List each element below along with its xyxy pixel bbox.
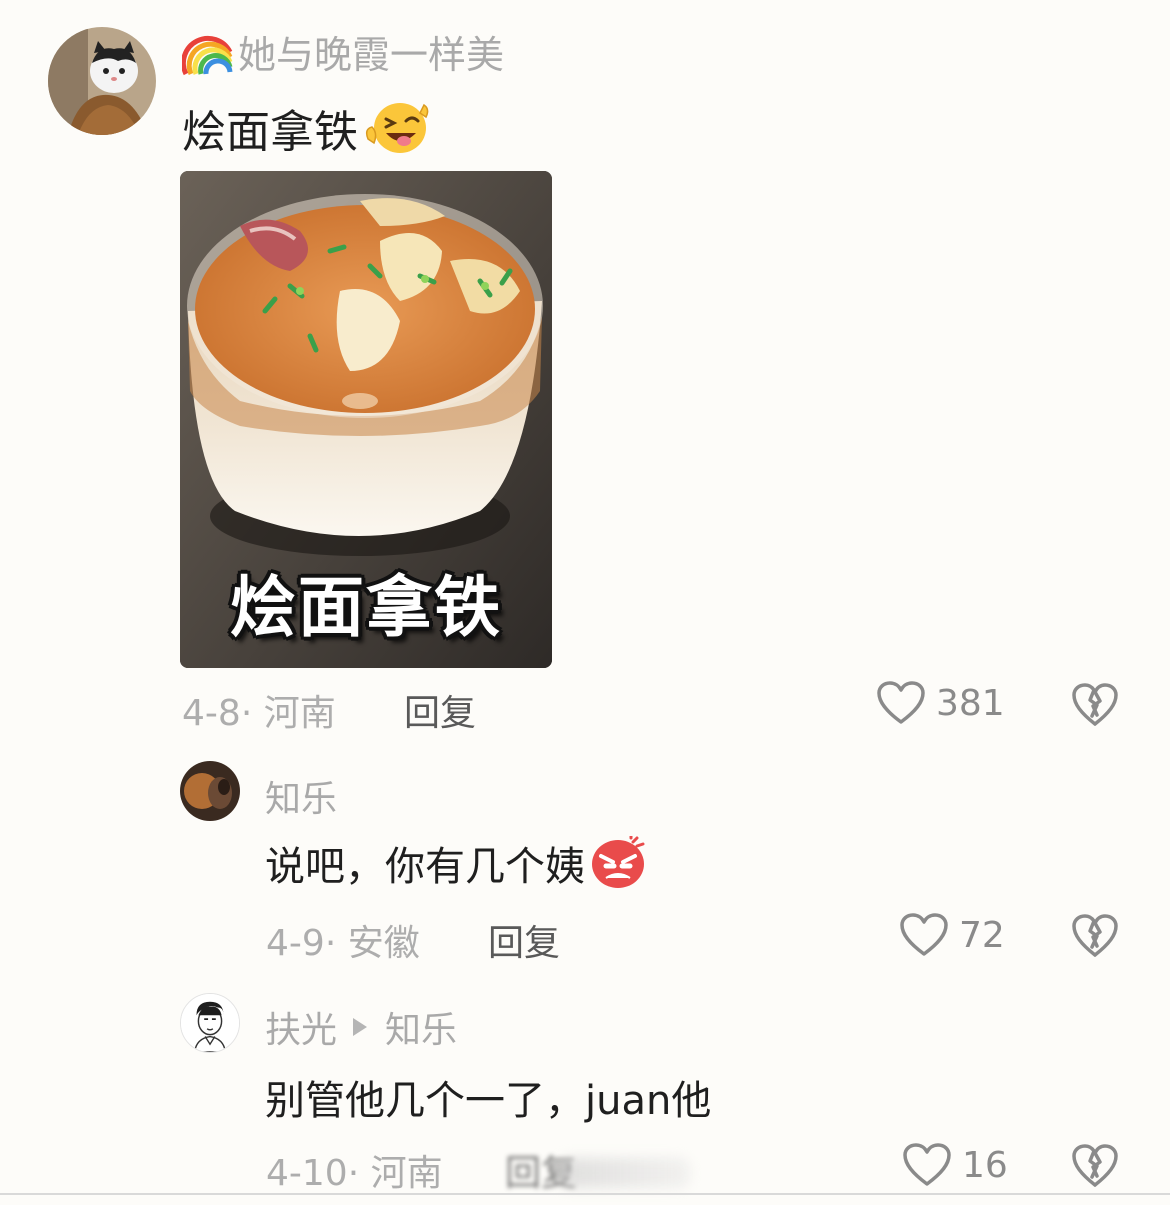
- like-count: 381: [936, 682, 1005, 724]
- like-button[interactable]: 381: [876, 680, 1005, 726]
- avatar[interactable]: [48, 27, 156, 135]
- comment-location: 安徽: [347, 923, 420, 964]
- broken-heart-icon: [1072, 1144, 1118, 1187]
- winking-tongue-emoji-icon: [365, 103, 429, 153]
- comment-date: 4-8: [182, 693, 241, 734]
- rainbow-emoji-icon: [182, 35, 233, 75]
- username: 扶光 知乐: [265, 1001, 457, 1053]
- like-count: 72: [959, 914, 1005, 956]
- comment-text: 说吧，你有几个姨: [265, 834, 647, 892]
- username[interactable]: 她与晚霞一样美: [182, 24, 504, 79]
- watermark-overlay: [560, 1158, 690, 1188]
- heart-icon: [903, 1143, 951, 1186]
- meta-separator: ·: [324, 923, 348, 964]
- comment-text: 烩面拿铁: [182, 96, 430, 160]
- dislike-button[interactable]: [1071, 1143, 1119, 1193]
- comment-date: 4-9: [266, 923, 325, 964]
- dislike-button[interactable]: [1071, 913, 1119, 963]
- comment-image[interactable]: 烩面拿铁: [180, 171, 552, 668]
- reply-target[interactable]: 知乐: [385, 1001, 457, 1053]
- reply-author[interactable]: 扶光: [265, 1001, 337, 1053]
- comment-meta: 4-8· 河南: [182, 684, 336, 736]
- comment-location: 河南: [370, 1153, 443, 1194]
- dislike-button[interactable]: [1071, 682, 1119, 732]
- reply-button[interactable]: 回复: [488, 914, 560, 966]
- username-text: 她与晚霞一样美: [238, 33, 505, 77]
- broken-heart-icon: [1072, 914, 1118, 957]
- comment-meta: 4-9· 安徽: [266, 914, 420, 966]
- reply-arrow-icon: [353, 1018, 368, 1036]
- meta-separator: ·: [347, 1153, 371, 1194]
- like-count: 16: [962, 1144, 1008, 1186]
- divider: [0, 1193, 1170, 1195]
- angry-face-emoji-icon: [592, 836, 645, 888]
- heart-icon: [900, 913, 948, 956]
- comment-meta: 4-10· 河南: [266, 1144, 443, 1196]
- comment-date: 4-10: [266, 1153, 348, 1194]
- heart-icon: [877, 681, 925, 724]
- broken-heart-icon: [1072, 683, 1118, 726]
- avatar[interactable]: [180, 761, 240, 821]
- image-caption: 烩面拿铁: [230, 568, 502, 646]
- comment-location: 河南: [263, 693, 336, 734]
- reply-button[interactable]: 回复: [404, 684, 476, 736]
- like-button[interactable]: 72: [899, 912, 1005, 958]
- avatar[interactable]: [180, 993, 240, 1053]
- comment-text: 别管他几个一了，juan他: [265, 1078, 712, 1124]
- meta-separator: ·: [240, 693, 264, 734]
- like-button[interactable]: 16: [902, 1142, 1008, 1188]
- username[interactable]: 知乐: [265, 770, 337, 822]
